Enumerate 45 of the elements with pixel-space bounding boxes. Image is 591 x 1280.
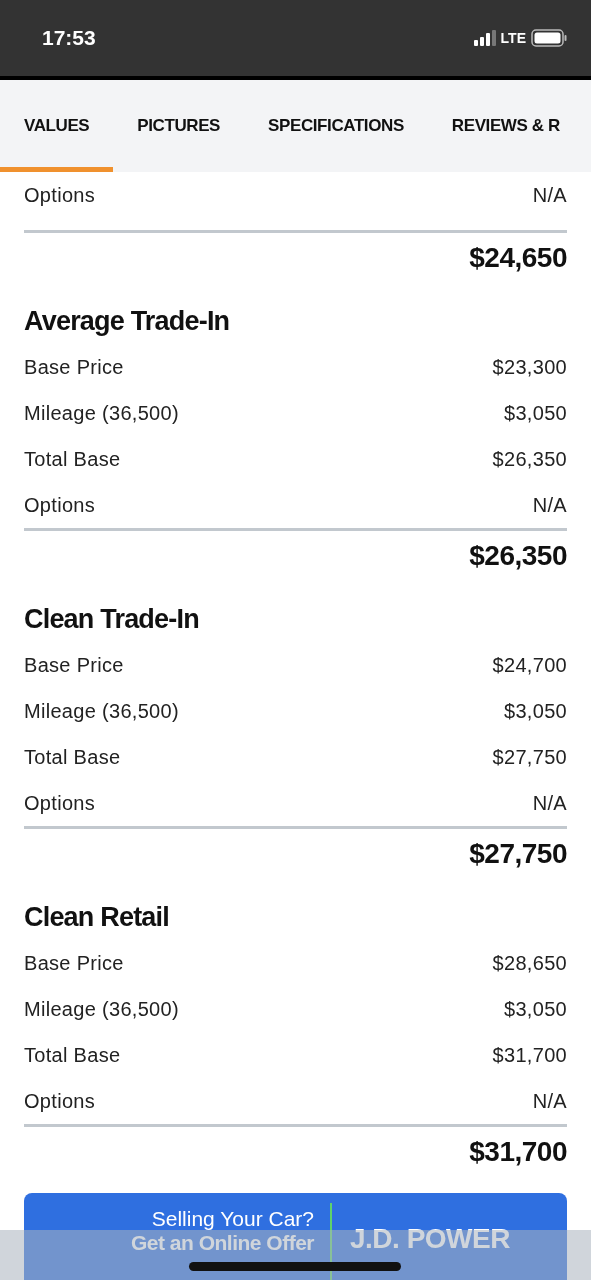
row-label: Options	[24, 493, 96, 517]
row-value: $24,700	[492, 653, 567, 677]
total-value: $31,700	[469, 1136, 567, 1168]
tab[interactable]: PICTURES	[113, 80, 245, 172]
row-value: $3,050	[504, 401, 567, 425]
tab[interactable]: REVIEWS & R	[427, 80, 584, 172]
row-value: $23,300	[492, 355, 567, 379]
row-label: Total Base	[24, 447, 121, 471]
row-label: Options	[24, 183, 96, 207]
brand-label: J.D. POWER	[349, 1222, 510, 1256]
row-value: $27,750	[492, 745, 567, 769]
row-value: $31,700	[492, 1043, 567, 1067]
banner-subtitle: Get an Online Offer	[130, 1231, 314, 1255]
row-label: Total Base	[24, 1043, 121, 1067]
banner-title: Selling Your Car?	[151, 1207, 314, 1231]
row-value: N/A	[532, 791, 567, 815]
row-label: Mileage (36,500)	[24, 401, 179, 425]
row-label: Mileage (36,500)	[24, 699, 179, 723]
total-value: $27,750	[469, 838, 567, 870]
row-value: N/A	[532, 1089, 567, 1113]
battery-icon	[531, 29, 567, 47]
section-heading: Average Trade-In	[24, 305, 231, 337]
row-value: $3,050	[504, 997, 567, 1021]
row-value: $26,350	[492, 447, 567, 471]
row-value: N/A	[532, 183, 567, 207]
row-label: Mileage (36,500)	[24, 997, 179, 1021]
row-label: Base Price	[24, 951, 124, 975]
row-label: Base Price	[24, 653, 124, 677]
status-time: 17:53	[42, 26, 96, 50]
tab[interactable]: SPECIFICATIONS	[244, 80, 428, 172]
section-heading: Clean Retail	[24, 901, 170, 933]
total-value: $26,350	[469, 540, 567, 572]
row-value: N/A	[532, 493, 567, 517]
row-label: Base Price	[24, 355, 124, 379]
row-label: Total Base	[24, 745, 121, 769]
total-value: $24,650	[469, 242, 567, 274]
row-label: Options	[24, 1089, 96, 1113]
tab[interactable]: VALUES	[0, 80, 114, 172]
network-label: LTE	[500, 30, 526, 46]
row-label: Options	[24, 791, 96, 815]
row-value: $3,050	[504, 699, 567, 723]
row-value: $28,650	[492, 951, 567, 975]
section-heading: Clean Trade-In	[24, 603, 200, 635]
signal-icon	[473, 30, 496, 46]
offer-banner[interactable]: Selling Your Car? Get an Online Offer J.D. POWER	[24, 1193, 567, 1280]
